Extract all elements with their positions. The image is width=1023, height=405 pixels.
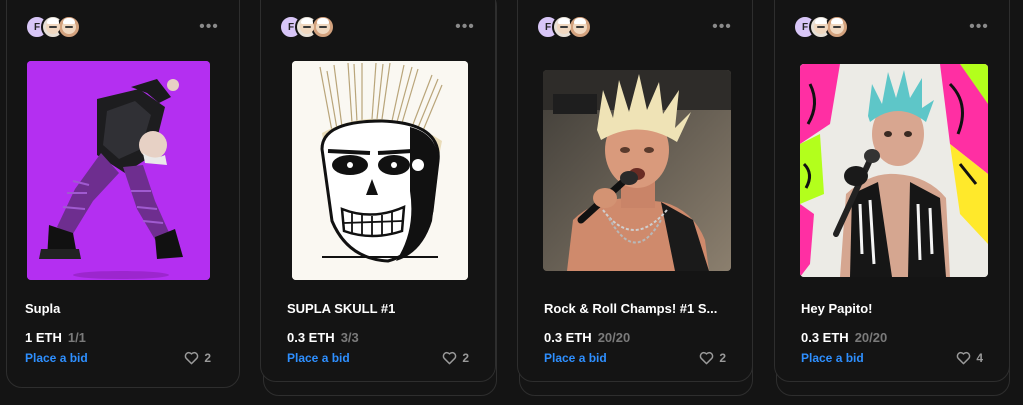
skull-artwork-image [292,61,468,280]
more-options-button[interactable]: ••• [710,15,734,39]
avatar-face-icon [573,18,587,34]
more-options-button[interactable]: ••• [967,15,991,39]
more-options-button[interactable]: ••• [197,15,221,39]
like-button[interactable]: 2 [442,351,469,365]
nft-card[interactable]: F ••• [517,0,753,382]
user-icon: F [33,21,41,33]
price-row: 0.3 ETH 3/3 [287,330,359,345]
avatar[interactable] [825,15,849,39]
dancer-artwork-image [27,61,210,280]
more-options-button[interactable]: ••• [453,15,477,39]
price-row: 1 ETH 1/1 [25,330,86,345]
avatar-face-icon [46,18,60,34]
like-count: 2 [462,351,469,365]
like-button[interactable]: 2 [699,351,726,365]
user-icon: F [544,21,552,33]
avatar[interactable] [57,15,81,39]
place-bid-link[interactable]: Place a bid [801,351,864,365]
heart-outline-icon [443,351,457,365]
price: 0.3 ETH [287,330,335,345]
owner-avatars[interactable]: F [536,15,592,39]
avatar-face-icon [814,18,828,34]
like-count: 2 [204,351,211,365]
heart-outline-icon [185,351,199,365]
user-icon: F [801,21,809,33]
nft-artwork[interactable] [27,61,210,280]
price: 0.3 ETH [544,330,592,345]
edition-count: 1/1 [67,330,86,345]
like-count: 2 [719,351,726,365]
bid-row: Place a bid 2 [25,351,211,365]
place-bid-link[interactable]: Place a bid [287,351,350,365]
nft-title[interactable]: Supla [25,301,221,316]
nft-card[interactable]: F ••• [6,0,240,388]
like-button[interactable]: 2 [184,351,211,365]
singer-photo-image [543,70,731,271]
avatar-face-icon [557,18,571,34]
bid-row: Place a bid 4 [801,351,983,365]
user-icon: F [287,21,295,33]
nft-card[interactable]: F ••• [260,0,496,382]
avatar-face-icon [62,18,76,34]
card-header: F ••• [536,11,734,43]
edition-count: 3/3 [340,330,359,345]
nft-title[interactable]: SUPLA SKULL #1 [287,301,477,316]
card-header: F ••• [793,11,991,43]
place-bid-link[interactable]: Place a bid [544,351,607,365]
nft-artwork[interactable] [543,70,731,271]
like-count: 4 [976,351,983,365]
heart-outline-icon [957,351,971,365]
edition-count: 20/20 [597,330,631,345]
more-horizontal-icon: ••• [199,18,219,35]
place-bid-link[interactable]: Place a bid [25,351,88,365]
card-header: F ••• [25,11,221,43]
bid-row: Place a bid 2 [287,351,469,365]
more-horizontal-icon: ••• [712,18,732,35]
avatar-face-icon [830,18,844,34]
avatar[interactable] [311,15,335,39]
edition-count: 20/20 [854,330,888,345]
price: 1 ETH [25,330,62,345]
price: 0.3 ETH [801,330,849,345]
nft-card[interactable]: F ••• [774,0,1010,382]
bid-row: Place a bid 2 [544,351,726,365]
avatar[interactable] [568,15,592,39]
avatar-face-icon [300,18,314,34]
nft-title[interactable]: Rock & Roll Champs! #1 S... [544,301,734,316]
card-header: F ••• [279,11,477,43]
owner-avatars[interactable]: F [793,15,849,39]
more-horizontal-icon: ••• [969,18,989,35]
owner-avatars[interactable]: F [279,15,335,39]
price-row: 0.3 ETH 20/20 [544,330,630,345]
punk-performer-image [800,64,988,277]
nft-card-grid: F ••• Supla 1 ETH 1/1 Place a bid 2 F ••… [0,0,1023,405]
like-button[interactable]: 4 [956,351,983,365]
nft-title[interactable]: Hey Papito! [801,301,991,316]
price-row: 0.3 ETH 20/20 [801,330,887,345]
avatar-face-icon [316,18,330,34]
more-horizontal-icon: ••• [455,18,475,35]
owner-avatars[interactable]: F [25,15,81,39]
nft-artwork[interactable] [292,61,468,280]
heart-outline-icon [700,351,714,365]
nft-artwork[interactable] [800,64,988,277]
